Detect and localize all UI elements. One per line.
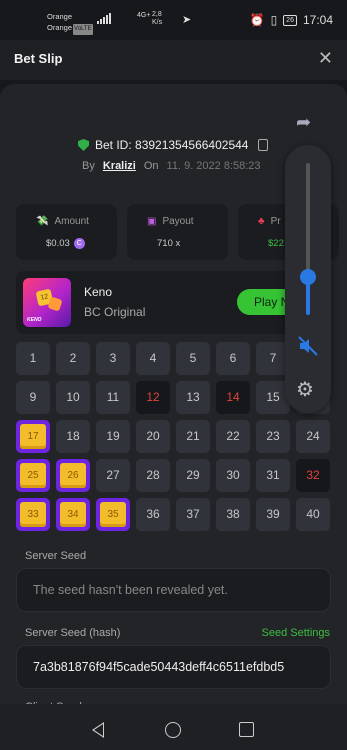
bet-id: Bet ID: 83921354566402544: [95, 138, 249, 152]
bet-id-row: Bet ID: 83921354566402544: [78, 138, 269, 152]
by-label: By: [82, 160, 95, 172]
keno-cell: 18: [56, 420, 90, 453]
network-type: 4G+: [137, 12, 151, 19]
keno-cell: 39: [256, 498, 290, 531]
recents-icon[interactable]: [239, 722, 254, 737]
keno-cell: 37: [176, 498, 210, 531]
bet-byline: By Kralizi On 11. 9. 2022 8:58:23: [82, 160, 261, 172]
keno-cell: 14: [216, 381, 250, 414]
vibrate-icon: ▯: [270, 13, 278, 27]
server-seed-label: Server Seed: [25, 550, 87, 562]
net-speed: 2,8 K/s: [152, 11, 162, 27]
share-icon[interactable]: ➦: [296, 112, 311, 133]
copy-icon[interactable]: [258, 139, 269, 151]
carrier-1: Orange: [47, 12, 73, 21]
keno-cell: 24: [296, 420, 330, 453]
keno-cell: 40: [296, 498, 330, 531]
keno-cell: 5: [176, 342, 210, 375]
hash-label: Server Seed (hash): [25, 627, 121, 639]
keno-cell: 19: [96, 420, 130, 453]
keno-cell: 36: [136, 498, 170, 531]
game-subtitle: BC Original: [84, 305, 146, 319]
keno-cell: 6: [216, 342, 250, 375]
signal-icon: [97, 13, 111, 24]
money-wings-icon: 💸: [36, 216, 49, 227]
keno-cell: 29: [176, 459, 210, 492]
status-right: ⏰ ▯ 26 17:04: [250, 13, 333, 27]
stat-label: Pr: [270, 216, 281, 227]
battery-icon: 26: [283, 14, 297, 26]
keno-cell: 17: [16, 420, 50, 453]
keno-cell: 22: [216, 420, 250, 453]
profit-icon: ♣: [258, 216, 265, 227]
keno-cell: 27: [96, 459, 130, 492]
keno-cell: 9: [16, 381, 50, 414]
keno-cell: 11: [96, 381, 130, 414]
thumb-text: KENO: [27, 317, 42, 323]
on-label: On: [143, 160, 159, 172]
keno-thumbnail: 12 KENO: [23, 278, 71, 327]
volume-panel: ⚙: [285, 145, 331, 413]
bet-date: 11. 9. 2022 8:58:23: [166, 160, 261, 172]
wallet-icon: ▣: [147, 216, 157, 227]
dice-icon: [47, 296, 63, 312]
status-bar: Orange Orange VoLTE 4G+ 2,8 K/s ➤ ⏰ ▯ 26 …: [0, 0, 347, 40]
telegram-icon: ➤: [182, 14, 192, 26]
keno-grid: 1234567891011121314151617181920212223242…: [16, 342, 330, 531]
clock: 17:04: [302, 13, 333, 27]
keno-cell: 35: [96, 498, 130, 531]
back-icon[interactable]: [92, 722, 104, 738]
keno-cell: 31: [256, 459, 290, 492]
game-card: 12 KENO Keno BC Original Play N: [16, 271, 330, 334]
keno-cell: 21: [176, 420, 210, 453]
keno-cell: 4: [136, 342, 170, 375]
keno-cell: 26: [56, 459, 90, 492]
stat-value: 710 x: [157, 238, 181, 249]
keno-cell: 30: [216, 459, 250, 492]
keno-cell: 13: [176, 381, 210, 414]
carrier-info: Orange Orange VoLTE: [47, 11, 93, 35]
close-icon[interactable]: ✕: [318, 48, 333, 69]
page-title: Bet Slip: [14, 51, 63, 66]
bet-slip-header: Bet Slip ✕: [0, 40, 347, 80]
server-seed-hash-field[interactable]: 7a3b81876f94f5cade50443deff4c6511efdbd5: [16, 645, 331, 689]
speed-value: 2,8: [152, 11, 162, 18]
keno-cell: 2: [56, 342, 90, 375]
keno-cell: 23: [256, 420, 290, 453]
keno-cell: 38: [216, 498, 250, 531]
user-link[interactable]: Kralizi: [103, 160, 136, 172]
home-icon[interactable]: [165, 722, 181, 738]
gear-icon[interactable]: ⚙: [296, 377, 314, 402]
stat-label: Payout: [162, 216, 194, 227]
keno-cell: 28: [136, 459, 170, 492]
stat-label: Amount: [54, 216, 89, 227]
alarm-icon: ⏰: [249, 13, 265, 27]
stat-payout: ▣ Payout 710 x: [127, 204, 228, 260]
volte-badge: VoLTE: [73, 24, 93, 35]
stat-value: $0.03: [46, 238, 70, 249]
volume-slider-handle[interactable]: [300, 269, 316, 285]
keno-cell: 12: [136, 381, 170, 414]
server-seed-field[interactable]: The seed hasn't been revealed yet.: [16, 568, 331, 612]
keno-cell: 32: [296, 459, 330, 492]
keno-cell: 3: [96, 342, 130, 375]
keno-cell: 34: [56, 498, 90, 531]
keno-cell: 25: [16, 459, 50, 492]
keno-cell: 20: [136, 420, 170, 453]
shield-icon: [78, 139, 89, 151]
carrier-2: Orange: [47, 23, 73, 32]
keno-cell: 1: [16, 342, 50, 375]
seed-settings-link[interactable]: Seed Settings: [262, 627, 331, 639]
mute-icon[interactable]: [297, 335, 319, 357]
coin-icon: C: [73, 238, 85, 249]
stat-amount: 💸 Amount $0.03 C: [16, 204, 117, 260]
keno-cell: 33: [16, 498, 50, 531]
keno-cell: 10: [56, 381, 90, 414]
game-name: Keno: [84, 285, 113, 299]
speed-unit: K/s: [152, 19, 163, 26]
